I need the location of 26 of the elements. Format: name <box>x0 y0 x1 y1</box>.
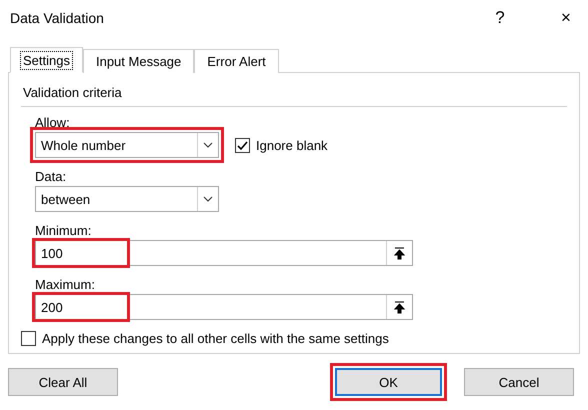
dropdown-field[interactable]: Whole number <box>35 132 219 158</box>
tab[interactable]: Error Alert <box>194 49 279 73</box>
checkbox-label: Apply these changes to all other cells with the same settings <box>42 331 389 346</box>
field-label: Minimum: <box>35 223 92 238</box>
help-button[interactable]: ? <box>478 3 522 33</box>
checkbox[interactable] <box>21 331 36 346</box>
close-button[interactable]: × <box>544 3 588 33</box>
checkbox[interactable] <box>235 138 250 152</box>
upload-icon <box>394 300 405 314</box>
upload-icon <box>394 246 405 260</box>
field-value: 200 <box>41 300 64 314</box>
field-label: Maximum: <box>35 277 96 292</box>
dialog-button[interactable]: OK <box>335 368 442 396</box>
input-field[interactable]: 100 <box>35 240 413 266</box>
checkbox-label: Ignore blank <box>256 138 328 152</box>
dialog-button[interactable]: Clear All <box>8 368 118 396</box>
field-label: Allow: <box>35 115 71 130</box>
dialog-button[interactable]: Cancel <box>464 368 574 396</box>
field-label: Data: <box>35 169 68 184</box>
group-title: Validation criteria <box>23 85 123 100</box>
input-field[interactable]: 200 <box>35 294 413 320</box>
tab[interactable]: Input Message <box>82 49 194 73</box>
tab[interactable]: Settings <box>10 47 83 73</box>
window-title: Data Validation <box>10 10 105 26</box>
dropdown-field[interactable]: between <box>35 186 219 212</box>
field-value: 100 <box>41 246 64 260</box>
